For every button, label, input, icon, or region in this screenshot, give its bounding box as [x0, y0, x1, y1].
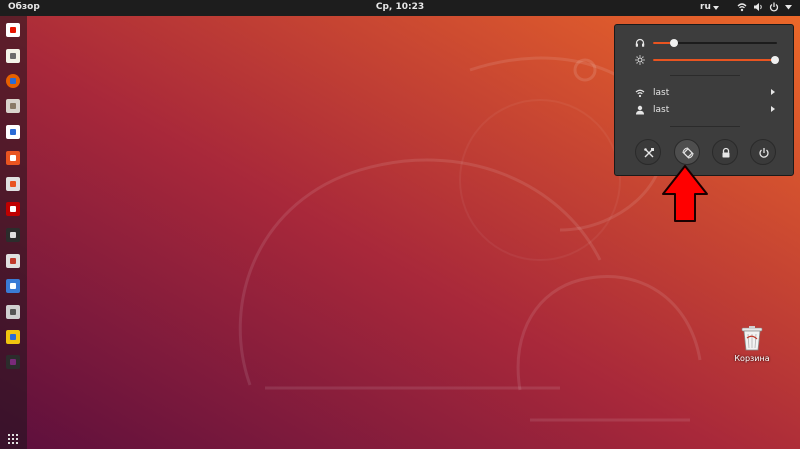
chevron-right-icon	[771, 89, 775, 95]
disk-usage-icon	[6, 254, 20, 268]
libreoffice-writer-icon	[6, 125, 20, 139]
desktop-trash[interactable]: Корзина	[730, 324, 774, 363]
chevron-down-icon[interactable]	[713, 6, 719, 10]
headphones-icon	[635, 38, 645, 47]
system-indicators[interactable]	[735, 2, 795, 14]
power-icon	[759, 148, 769, 158]
brightness-icon	[635, 55, 645, 65]
file-manager-icon	[6, 99, 20, 113]
yandex-browser-icon	[6, 23, 20, 37]
dock-item[interactable]	[5, 73, 21, 89]
mail-app-icon	[6, 330, 20, 344]
user-icon	[636, 105, 644, 115]
system-monitor-icon	[6, 279, 20, 293]
trash-icon	[741, 326, 763, 351]
lock-button[interactable]	[712, 139, 738, 165]
volume-knob[interactable]	[670, 39, 679, 47]
dock-item[interactable]	[5, 329, 21, 345]
apps-grid-icon	[8, 434, 18, 444]
wifi-icon	[635, 89, 645, 98]
power-off-button[interactable]	[750, 139, 776, 165]
volume-icon	[754, 3, 762, 11]
highlight-arrow	[662, 165, 708, 222]
dock-item[interactable]	[5, 48, 21, 64]
system-menu: last last	[614, 24, 794, 176]
dock-item[interactable]	[5, 278, 21, 294]
rotation-lock-icon	[682, 147, 694, 159]
brightness-track[interactable]	[653, 56, 779, 64]
rotation-lock-button[interactable]	[674, 139, 700, 165]
misc-app-icon	[6, 355, 20, 369]
wifi-network-label: last	[653, 88, 670, 98]
user-name-label: last	[653, 105, 670, 115]
trash-label: Корзина	[734, 354, 770, 363]
terminal-icon	[6, 228, 20, 242]
text-editor-icon	[6, 49, 20, 63]
volume-slider[interactable]	[635, 38, 785, 48]
menu-separator	[670, 75, 740, 76]
chevron-down-icon	[785, 5, 792, 10]
dock-item[interactable]	[5, 150, 21, 166]
lock-icon	[722, 147, 730, 158]
dock-item[interactable]	[5, 253, 21, 269]
dock-item[interactable]	[5, 304, 21, 320]
clock-label[interactable]: Ср, 10:23	[376, 2, 424, 12]
dock-item[interactable]	[5, 124, 21, 140]
volume-track[interactable]	[653, 39, 777, 47]
settings-button[interactable]	[635, 139, 661, 165]
top-bar: Обзор Ср, 10:23 ru	[0, 0, 800, 16]
menu-separator	[670, 126, 740, 127]
dock-item[interactable]	[5, 354, 21, 370]
activities-button[interactable]: Обзор	[8, 2, 40, 12]
dock-item[interactable]	[5, 201, 21, 217]
dock-item[interactable]	[5, 176, 21, 192]
filezilla-icon	[6, 202, 20, 216]
brightness-slider[interactable]	[635, 55, 785, 65]
dock	[0, 16, 27, 449]
dock-item[interactable]	[5, 22, 21, 38]
brightness-knob[interactable]	[770, 56, 779, 64]
settings-tools-icon	[644, 148, 654, 158]
wifi-status-icon	[737, 3, 747, 12]
settings-icon	[6, 177, 20, 191]
user-menu-row[interactable]: last	[635, 104, 785, 116]
dock-item[interactable]	[5, 227, 21, 243]
language-indicator[interactable]: ru	[700, 2, 711, 12]
dock-item[interactable]	[5, 98, 21, 114]
wifi-menu-row[interactable]: last	[635, 87, 785, 99]
power-menu-icon	[769, 2, 779, 12]
software-center-icon	[6, 151, 20, 165]
apps-grid-button[interactable]	[7, 430, 19, 444]
clock: Ср, 10:23	[0, 2, 800, 12]
brightness-fill	[653, 59, 775, 61]
calculator-icon	[6, 305, 20, 319]
chevron-right-icon	[771, 106, 775, 112]
firefox-icon	[6, 74, 20, 88]
